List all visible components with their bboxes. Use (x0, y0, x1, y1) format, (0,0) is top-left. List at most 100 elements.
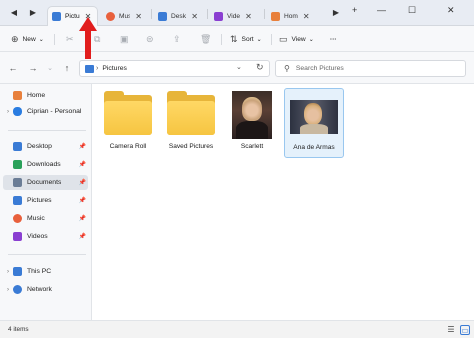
file-item-photo[interactable]: Ana de Armas (284, 88, 344, 158)
new-tab-icon[interactable]: + (352, 5, 357, 15)
tab-music[interactable]: Mus ✕ (102, 6, 146, 26)
back-button[interactable]: ← (7, 63, 19, 73)
sidebar-item-videos[interactable]: Videos 📌 (3, 229, 88, 244)
tab-scroll-right-icon[interactable]: ▶ (27, 7, 39, 19)
music-icon (106, 11, 115, 21)
sidebar-item-music[interactable]: Music 📌 (3, 211, 88, 226)
maximize-icon[interactable]: ☐ (408, 5, 416, 16)
tiles-view-icon[interactable]: ▭ (460, 325, 470, 335)
sidebar-item-desktop[interactable]: Desktop 📌 (3, 139, 88, 154)
tab-separator (151, 9, 152, 19)
tab-label: Hom (284, 12, 298, 20)
videos-icon (214, 11, 223, 21)
tab-scroll-left-icon[interactable]: ◀ (8, 7, 20, 19)
tab-label: Deskt (171, 12, 187, 20)
file-item-folder[interactable]: Camera Roll (98, 88, 158, 158)
sidebar-item-documents[interactable]: Documents 📌 (3, 175, 88, 190)
more-options-button[interactable]: ··· (330, 32, 337, 46)
sidebar-item-onedrive[interactable]: › Ciprian - Personal (3, 104, 88, 119)
tab-label: Mus (119, 12, 131, 20)
home-icon (271, 11, 280, 21)
expand-icon[interactable]: › (3, 287, 13, 293)
sidebar-item-label: Downloads (27, 161, 61, 168)
photo-thumbnail (290, 92, 338, 140)
command-separator (271, 34, 272, 45)
more-icon: ··· (330, 35, 337, 43)
file-name: Ana de Armas (293, 144, 335, 151)
sort-icon: ⇅ (230, 33, 238, 44)
recent-locations-icon[interactable]: ⌄ (44, 64, 56, 72)
search-icon: ⚲ (284, 64, 290, 73)
rename-button[interactable]: ⊜ (146, 32, 158, 46)
tab-home[interactable]: Hom ✕ (267, 6, 319, 26)
up-button[interactable]: ↑ (61, 63, 73, 73)
minimize-icon[interactable]: — (377, 5, 386, 15)
refresh-icon[interactable]: ↻ (256, 62, 264, 73)
view-button[interactable]: ▭ View ⌄ (279, 32, 314, 46)
command-bar: ⊕ New ⌄ ✂ ⧉ ▣ ⊜ ⇪ 🗑 ⇅ Sort ⌄ ▭ View ⌄ ··… (0, 26, 474, 52)
file-item-photo[interactable]: Scarlett (222, 88, 282, 158)
search-box[interactable]: ⚲ (275, 60, 466, 77)
tab-scroll-right-icon[interactable]: ▶ (330, 7, 342, 19)
pin-icon[interactable]: 📌 (79, 179, 86, 186)
chevron-down-icon: ⌄ (256, 36, 262, 43)
view-icon: ▭ (279, 33, 288, 44)
expand-icon[interactable]: › (3, 269, 13, 275)
share-button[interactable]: ⇪ (173, 32, 185, 46)
paste-button[interactable]: ▣ (120, 32, 133, 46)
documents-icon (13, 178, 22, 187)
pin-icon[interactable]: 📌 (79, 161, 86, 168)
pin-icon[interactable]: 📌 (79, 143, 86, 150)
cut-button[interactable]: ✂ (66, 32, 78, 46)
forward-button[interactable]: → (27, 63, 39, 73)
cut-icon: ✂ (66, 33, 74, 44)
expand-icon[interactable]: › (3, 109, 13, 115)
close-icon[interactable]: ✕ (191, 12, 198, 21)
sidebar-item-label: Documents (27, 179, 62, 186)
sidebar-item-this-pc[interactable]: › This PC (3, 264, 88, 279)
pictures-icon (52, 12, 61, 21)
sidebar-item-home[interactable]: Home (3, 88, 88, 103)
sidebar-item-label: Network (27, 286, 52, 293)
sidebar-divider (8, 254, 86, 255)
sort-button[interactable]: ⇅ Sort ⌄ (230, 32, 262, 46)
pictures-icon (13, 196, 22, 205)
close-icon[interactable]: ✕ (245, 12, 252, 21)
file-item-folder[interactable]: Saved Pictures (161, 88, 221, 158)
sidebar-item-pictures[interactable]: Pictures 📌 (3, 193, 88, 208)
command-separator (54, 34, 55, 45)
tab-desktop[interactable]: Deskt ✕ (154, 6, 202, 26)
address-path: Pictures (102, 65, 127, 72)
status-bar: 4 items ☰ ▭ (0, 320, 474, 338)
tab-videos[interactable]: Vide ✕ (210, 6, 260, 26)
view-label: View (291, 35, 306, 43)
pin-icon[interactable]: 📌 (79, 233, 86, 240)
sidebar-item-label: Desktop (27, 143, 52, 150)
new-label: New (22, 35, 36, 43)
close-icon[interactable]: ✕ (135, 12, 142, 21)
sort-label: Sort (241, 35, 254, 43)
desktop-icon (13, 142, 22, 151)
new-button[interactable]: ⊕ New ⌄ (11, 32, 44, 46)
delete-button[interactable]: 🗑 (200, 32, 215, 46)
close-icon[interactable]: ✕ (303, 12, 310, 21)
chevron-right-icon: › (96, 65, 99, 72)
search-input[interactable] (295, 65, 446, 72)
address-dropdown-icon[interactable]: ⌄ (236, 63, 242, 71)
paste-icon: ▣ (120, 33, 129, 44)
tab-bar: ◀ ▶ Pictu ✕ Mus ✕ Deskt ✕ Vide ✕ Hom ✕ ▶… (0, 0, 474, 26)
pin-icon[interactable]: 📌 (79, 197, 86, 204)
share-icon: ⇪ (173, 33, 181, 44)
this-pc-icon (13, 267, 22, 276)
chevron-down-icon: ⌄ (38, 36, 44, 43)
file-name: Camera Roll (109, 143, 147, 150)
details-view-icon[interactable]: ☰ (446, 325, 456, 335)
navigation-pane: Home › Ciprian - Personal Desktop 📌 Down… (0, 84, 92, 320)
sidebar-item-label: Music (27, 215, 45, 222)
pin-icon[interactable]: 📌 (79, 215, 86, 222)
sidebar-item-downloads[interactable]: Downloads 📌 (3, 157, 88, 172)
plus-circle-icon: ⊕ (11, 33, 19, 44)
sidebar-item-network[interactable]: › Network (3, 282, 88, 297)
window-close-icon[interactable]: ✕ (447, 5, 455, 16)
file-name: Scarlett (240, 143, 264, 150)
